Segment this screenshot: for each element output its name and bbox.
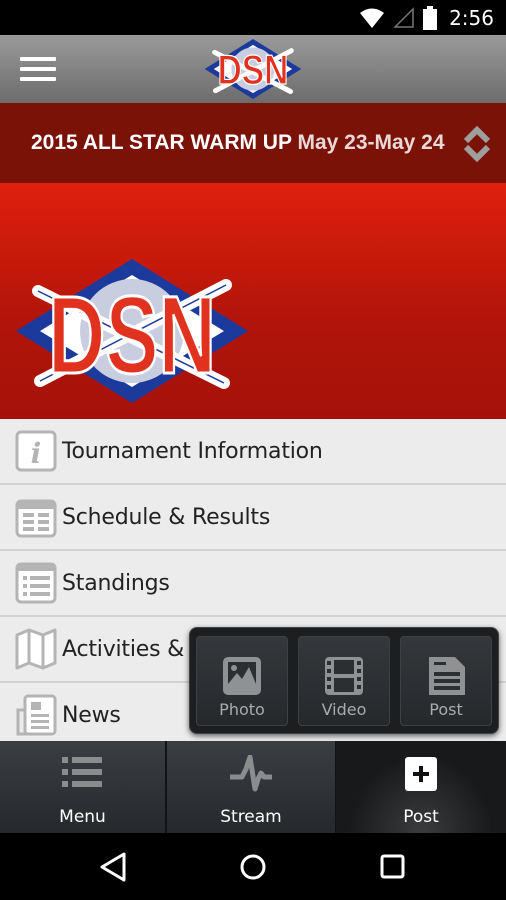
event-dates: May 23-May 24: [297, 131, 445, 154]
menu-item-label: Schedule & Results: [62, 505, 271, 530]
popup-label: Video: [321, 700, 367, 719]
list-icon: [61, 757, 102, 787]
tab-label: Menu: [59, 807, 106, 827]
menu-item-schedule-results[interactable]: Schedule & Results: [0, 485, 506, 551]
post-text-button[interactable]: Post: [400, 636, 492, 726]
tab-stream[interactable]: Stream: [167, 741, 336, 833]
photo-icon: [223, 657, 261, 695]
pulse-icon: [230, 755, 272, 792]
post-video-button[interactable]: Video: [298, 636, 390, 726]
tab-menu[interactable]: Menu: [0, 741, 167, 833]
calendar-icon: [15, 499, 57, 538]
menu-item-tournament-information[interactable]: i Tournament Information: [0, 419, 506, 485]
event-selector[interactable]: 2015 ALL STAR WARM UP May 23-May 24: [0, 103, 506, 183]
status-bar: 2:56: [0, 0, 506, 35]
menu-item-label: News: [62, 703, 121, 728]
hamburger-icon-line: [20, 77, 56, 81]
popup-label: Photo: [219, 700, 265, 719]
back-icon[interactable]: [96, 851, 132, 883]
home-icon[interactable]: [235, 851, 271, 883]
menu-item-label: Tournament Information: [62, 439, 323, 464]
tab-post[interactable]: Post: [336, 741, 506, 833]
menu-item-standings[interactable]: Standings: [0, 551, 506, 617]
tournament-banner: DSN: [0, 183, 506, 419]
menu-item-label: Standings: [62, 571, 170, 596]
battery-icon: [423, 6, 438, 30]
header-logo-text: DSN: [218, 46, 289, 93]
plus-icon: [405, 757, 437, 791]
hamburger-icon-line: [20, 67, 56, 71]
tab-label: Post: [403, 807, 439, 827]
film-icon: [325, 657, 363, 695]
newspaper-icon: [16, 694, 57, 736]
app-header: DSN: [0, 35, 506, 103]
banner-logo-text: DSN: [48, 274, 216, 397]
hamburger-menu-button[interactable]: [20, 57, 56, 81]
system-nav-bar: [0, 833, 506, 900]
popup-label: Post: [429, 700, 463, 719]
status-time: 2:56: [449, 6, 494, 30]
event-name: 2015 ALL STAR WARM UP: [31, 131, 292, 154]
event-title: 2015 ALL STAR WARM UP May 23-May 24: [31, 131, 445, 155]
bottom-tab-bar: Menu Stream Post: [0, 741, 506, 833]
recents-icon[interactable]: [375, 851, 411, 883]
post-popup: Photo Video Post: [189, 627, 499, 734]
sort-updown-icon[interactable]: [462, 125, 492, 163]
map-icon: [15, 628, 57, 670]
tab-label: Stream: [220, 807, 282, 827]
cell-signal-icon: [393, 7, 414, 28]
document-icon: [429, 657, 465, 695]
dsn-logo: DSN: [204, 39, 302, 99]
info-icon: i: [15, 430, 57, 472]
dsn-banner-logo: DSN: [16, 259, 248, 403]
hamburger-icon: [20, 57, 56, 61]
list-table-icon: [15, 562, 57, 604]
svg-text:i: i: [31, 437, 42, 470]
post-photo-button[interactable]: Photo: [196, 636, 288, 726]
wifi-icon: [360, 8, 385, 28]
